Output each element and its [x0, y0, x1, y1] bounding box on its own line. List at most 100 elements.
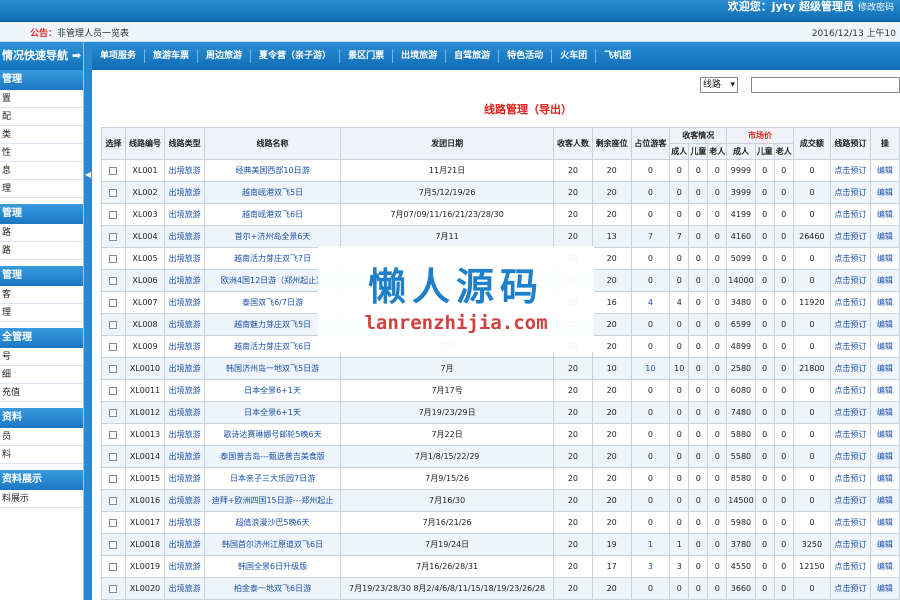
- row-checkbox[interactable]: [109, 320, 118, 329]
- row-type[interactable]: 出境旅游: [164, 291, 205, 314]
- row-edit-link[interactable]: 编辑: [869, 203, 900, 226]
- row-type[interactable]: 出境旅游: [164, 225, 205, 248]
- row-checkbox[interactable]: [109, 188, 118, 197]
- row-book-link[interactable]: 点击预订: [830, 489, 871, 512]
- row-checkbox[interactable]: [109, 584, 118, 593]
- row-book-link[interactable]: 点击预订: [830, 291, 871, 314]
- sidebar-section-2[interactable]: 管理: [0, 266, 83, 286]
- change-password-link[interactable]: 修改密码: [858, 3, 894, 13]
- row-edit-link[interactable]: 编辑: [869, 533, 900, 556]
- row-book-link[interactable]: 点击预订: [830, 379, 871, 402]
- row-name[interactable]: 日本全景6+1天: [203, 379, 342, 402]
- row-checkbox[interactable]: [109, 166, 118, 175]
- sidebar-item[interactable]: 路: [0, 242, 83, 260]
- row-type[interactable]: 出境旅游: [164, 313, 205, 336]
- row-type[interactable]: 出境旅游: [164, 247, 205, 270]
- row-checkbox[interactable]: [109, 496, 118, 505]
- menu-item[interactable]: 单项服务: [92, 49, 146, 63]
- row-type[interactable]: 出境旅游: [164, 423, 205, 446]
- row-name[interactable]: 泰国普吉岛---甄选普吉美食版: [203, 445, 342, 468]
- row-edit-link[interactable]: 编辑: [869, 423, 900, 446]
- row-book-link[interactable]: 点击预订: [830, 533, 871, 556]
- row-type[interactable]: 出境旅游: [164, 181, 205, 204]
- collapse-arrow-icon[interactable]: ◀: [85, 170, 91, 179]
- menu-item[interactable]: 火车团: [552, 49, 597, 63]
- sidebar-section-4[interactable]: 资料: [0, 408, 83, 428]
- row-name[interactable]: 歌诗达赛琳娜号邮轮5晚6天: [203, 423, 342, 446]
- row-checkbox[interactable]: [109, 210, 118, 219]
- row-edit-link[interactable]: 编辑: [869, 335, 900, 358]
- row-edit-link[interactable]: 编辑: [869, 291, 900, 314]
- row-checkbox[interactable]: [109, 386, 118, 395]
- row-type[interactable]: 出境旅游: [164, 511, 205, 534]
- sidebar-splitter[interactable]: ◀: [84, 42, 92, 600]
- row-type[interactable]: 出境旅游: [164, 401, 205, 424]
- row-book-link[interactable]: 点击预订: [830, 467, 871, 490]
- row-edit-link[interactable]: 编辑: [869, 159, 900, 182]
- row-edit-link[interactable]: 编辑: [869, 445, 900, 468]
- row-name[interactable]: 越南岘港双飞6日: [203, 203, 342, 226]
- row-book-link[interactable]: 点击预订: [830, 357, 871, 380]
- row-book-link[interactable]: 点击预订: [830, 313, 871, 336]
- sidebar-item[interactable]: 类: [0, 126, 83, 144]
- row-book-link[interactable]: 点击预订: [830, 159, 871, 182]
- sidebar-item[interactable]: 性: [0, 144, 83, 162]
- row-name[interactable]: 日本全景6+1天: [203, 401, 342, 424]
- row-name[interactable]: 韩国全景6日升级版: [203, 555, 342, 578]
- row-book-link[interactable]: 点击预订: [830, 445, 871, 468]
- row-type[interactable]: 出境旅游: [164, 489, 205, 512]
- row-edit-link[interactable]: 编辑: [869, 555, 900, 578]
- row-checkbox[interactable]: [109, 364, 118, 373]
- sidebar-section-5[interactable]: 资料展示: [0, 470, 83, 490]
- row-name[interactable]: 超值浪漫沙巴5晚6天: [203, 511, 342, 534]
- menu-item[interactable]: 旅游车票: [145, 49, 199, 63]
- row-checkbox[interactable]: [109, 540, 118, 549]
- search-type-select[interactable]: 线路 ▾: [700, 77, 738, 93]
- row-checkbox[interactable]: [109, 232, 118, 241]
- menu-item[interactable]: 飞机团: [596, 49, 639, 63]
- row-checkbox[interactable]: [109, 342, 118, 351]
- row-edit-link[interactable]: 编辑: [869, 247, 900, 270]
- row-edit-link[interactable]: 编辑: [869, 577, 900, 600]
- sidebar-item[interactable]: 理: [0, 180, 83, 198]
- row-name[interactable]: 韩国济州岛一地双飞5日游: [203, 357, 342, 380]
- row-book-link[interactable]: 点击预订: [830, 401, 871, 424]
- row-book-link[interactable]: 点击预订: [830, 577, 871, 600]
- menu-item[interactable]: 自驾旅游: [446, 49, 500, 63]
- row-book-link[interactable]: 点击预订: [830, 269, 871, 292]
- menu-item[interactable]: 出境旅游: [393, 49, 447, 63]
- row-type[interactable]: 出境旅游: [164, 445, 205, 468]
- sidebar-section-3[interactable]: 全管理: [0, 328, 83, 348]
- row-type[interactable]: 出境旅游: [164, 533, 205, 556]
- row-type[interactable]: 出境旅游: [164, 357, 205, 380]
- row-edit-link[interactable]: 编辑: [869, 401, 900, 424]
- row-type[interactable]: 出境旅游: [164, 269, 205, 292]
- sidebar-item[interactable]: 路: [0, 224, 83, 242]
- sidebar-item[interactable]: 置: [0, 90, 83, 108]
- row-name[interactable]: 首尔+济州岛全景6天: [203, 225, 342, 248]
- menu-item[interactable]: 夏令营（亲子游）: [251, 49, 341, 63]
- sidebar-item[interactable]: 配: [0, 108, 83, 126]
- row-edit-link[interactable]: 编辑: [869, 489, 900, 512]
- row-type[interactable]: 出境旅游: [164, 379, 205, 402]
- row-checkbox[interactable]: [109, 518, 118, 527]
- row-name[interactable]: 日本亲子三大乐园7日游: [203, 467, 342, 490]
- sidebar-item[interactable]: 客: [0, 286, 83, 304]
- sidebar-section-1[interactable]: 管理: [0, 204, 83, 224]
- menu-item[interactable]: 特色活动: [499, 49, 553, 63]
- row-checkbox[interactable]: [109, 298, 118, 307]
- row-type[interactable]: 出境旅游: [164, 159, 205, 182]
- row-edit-link[interactable]: 编辑: [869, 225, 900, 248]
- row-book-link[interactable]: 点击预订: [830, 247, 871, 270]
- row-book-link[interactable]: 点击预订: [830, 555, 871, 578]
- row-name[interactable]: 迪拜+欧洲四国15日游---郑州起止: [203, 489, 342, 512]
- row-checkbox[interactable]: [109, 452, 118, 461]
- row-edit-link[interactable]: 编辑: [869, 313, 900, 336]
- row-book-link[interactable]: 点击预订: [830, 225, 871, 248]
- row-name[interactable]: 越南岘港双飞5日: [203, 181, 342, 204]
- row-checkbox[interactable]: [109, 474, 118, 483]
- sidebar-item[interactable]: 料: [0, 446, 83, 464]
- row-book-link[interactable]: 点击预订: [830, 511, 871, 534]
- row-type[interactable]: 出境旅游: [164, 335, 205, 358]
- row-book-link[interactable]: 点击预订: [830, 203, 871, 226]
